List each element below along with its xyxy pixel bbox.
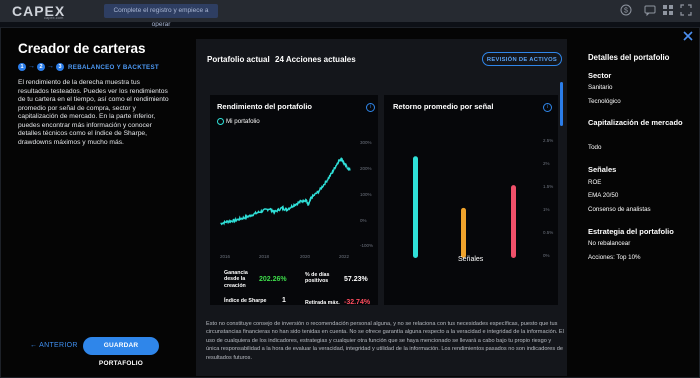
bar-roe[interactable] [413,156,418,258]
close-icon[interactable] [682,30,694,42]
signal-value: ROE [588,179,602,186]
fullscreen-icon[interactable] [680,4,692,16]
max-drawdown-value: -32.74% [344,299,371,306]
x-tick-label: 2018 [259,254,270,259]
positive-days-value: 57.23% [344,276,368,283]
x-tick-label: 2020 [300,254,311,259]
description-text: El rendimiento de la derecha muestra tus… [18,79,169,146]
sharpe-ratio-label: Índice de Sharpe [224,298,267,304]
arrow-right-icon: → [47,63,54,70]
y-tick-label: -100% [360,243,374,248]
signal-return-card-title: Retorno promedio por señal [393,102,494,111]
bar-consenso-de-analistas[interactable] [511,185,516,258]
current-stocks-count: 24 Acciones actuales [275,55,356,64]
svg-text:$: $ [624,8,628,15]
x-tick-label: 2022 [339,254,350,259]
y-tick-label: 1.5% [543,184,554,189]
performance-line-chart [220,157,351,226]
page-title: Creador de carteras [18,41,146,56]
info-icon[interactable]: i [543,103,552,112]
y-tick-label: 2.5% [543,138,554,143]
strategy-value: Acciones: Top 10% [588,254,641,261]
sector-value: Tecnológico [588,98,621,105]
y-tick-label: 2% [543,161,550,166]
market-cap-value: Todo [588,144,602,151]
signal-value: Consenso de analistas [588,206,651,213]
step-3[interactable]: 3 [56,63,64,71]
logo-subtitle: capex.com [44,15,64,20]
y-tick-label: 1% [543,207,550,212]
step-2[interactable]: 2 [37,63,45,71]
max-drawdown-label: Retirada máx. [305,300,340,306]
step-1[interactable]: 1 [18,63,26,71]
scrollbar[interactable] [560,82,563,126]
register-promo-button[interactable]: Complete el registro y empiece a operar [104,4,218,28]
dollar-circle-icon[interactable]: $ [620,4,632,16]
portfolio-details-title: Detalles del portafolio [588,53,670,62]
gain-since-creation-label: Ganancia desde la creación [224,270,248,289]
current-portfolio-label: Portafolio actual [207,55,270,64]
chat-icon[interactable] [644,4,656,17]
gain-since-creation-value: 202.26% [259,276,287,283]
sector-value: Sanitario [588,84,613,91]
asset-review-button[interactable]: REVISIÓN DE ACTIVOS [482,52,562,66]
y-tick-label: 300% [360,140,372,145]
signal-value: EMA 20/50 [588,192,619,199]
disclaimer-text: Esto no constituye consejo de inversión … [206,321,564,361]
performance-card-title: Rendimiento del portafolio [217,102,312,111]
x-axis-label: Señales [458,256,484,263]
grid-icon[interactable] [662,4,674,16]
y-tick-label: 0% [543,253,550,258]
strategy-value: No rebalancear [588,240,631,247]
step-indicator: 1 → 2 → 3 REBALANCEO Y BACKTEST [18,62,159,72]
info-icon[interactable]: i [366,103,375,112]
y-tick-label: 100% [360,192,372,197]
legend-marker-icon [217,118,224,125]
back-button[interactable]: ← ANTERIOR [30,342,78,349]
step-label: REBALANCEO Y BACKTEST [68,63,159,71]
x-tick-label: 2016 [220,254,231,259]
y-tick-label: 0% [360,218,367,223]
positive-days-label: % de días positivos [305,272,330,285]
sector-heading: Sector [588,71,612,80]
y-tick-label: 0.5% [543,230,554,235]
market-cap-heading: Capitalización de mercado [588,118,683,127]
bar-ema-20-50[interactable] [461,207,466,258]
series-line-mi-portafolio [220,157,351,226]
signals-heading: Señales [588,165,617,174]
sharpe-ratio-value: 1 [282,297,286,304]
y-tick-label: 200% [360,166,372,171]
legend-label: Mi portafolio [226,118,260,125]
save-portfolio-button[interactable]: GUARDAR PORTAFOLIO [83,337,159,367]
strategy-heading: Estrategia del portafolio [588,227,674,236]
arrow-right-icon: → [28,63,35,70]
signal-bar-chart [413,156,516,258]
